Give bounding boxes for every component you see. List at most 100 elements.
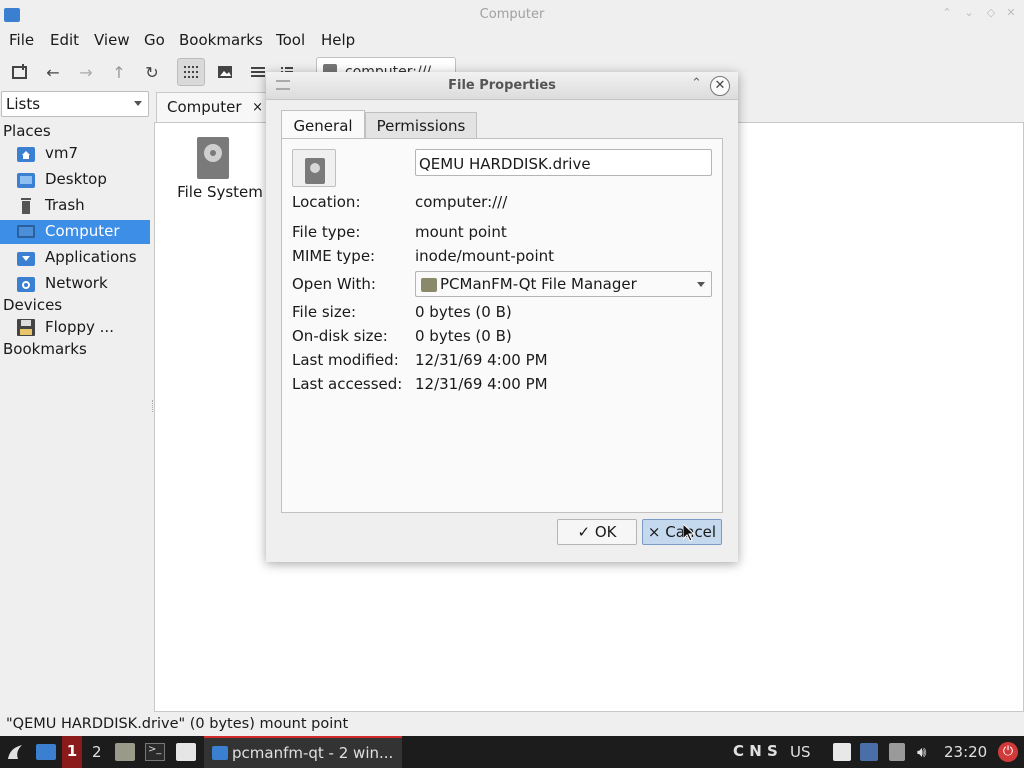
reload-button[interactable]: ↻ bbox=[138, 58, 166, 86]
sidebar-item-floppy[interactable]: Floppy ... bbox=[0, 316, 150, 340]
file-system-label[interactable]: File System bbox=[165, 183, 275, 201]
places-heading: Places bbox=[3, 122, 51, 140]
name-field[interactable] bbox=[415, 149, 712, 176]
last-modified-label: Last modified: bbox=[292, 351, 399, 369]
thumbnail-view-button[interactable] bbox=[211, 58, 239, 86]
new-tab-icon bbox=[12, 64, 27, 79]
sidebar-mode-select[interactable]: Lists bbox=[1, 91, 149, 117]
sidebar-item-label: Floppy ... bbox=[45, 318, 114, 336]
maximize-icon[interactable]: ⌃ bbox=[691, 76, 702, 91]
reload-icon: ↻ bbox=[145, 62, 159, 82]
icon-view-button[interactable] bbox=[177, 58, 205, 86]
sidebar-item-applications[interactable]: Applications bbox=[0, 246, 150, 270]
close-icon[interactable]: ✕ bbox=[1004, 6, 1018, 20]
open-with-value: PCManFM-Qt File Manager bbox=[440, 275, 637, 293]
clock[interactable]: 23:20 bbox=[944, 743, 987, 761]
tab-label: Computer bbox=[167, 98, 242, 116]
volume-icon[interactable]: 🔊︎ bbox=[917, 743, 926, 761]
sidebar-item-network[interactable]: Network bbox=[0, 272, 150, 296]
on-disk-size-label: On-disk size: bbox=[292, 327, 388, 345]
maximize-icon[interactable]: ◇ bbox=[984, 6, 998, 20]
ok-button[interactable]: ✓ OK bbox=[557, 519, 637, 545]
file-size-label: File size: bbox=[292, 303, 357, 321]
up-button[interactable]: ↑ bbox=[105, 58, 133, 86]
keep-above-icon[interactable]: ⌃ bbox=[940, 6, 954, 20]
on-disk-size-value: 0 bytes (0 B) bbox=[415, 327, 512, 345]
network-tray-icon[interactable] bbox=[860, 743, 878, 761]
workspace-2[interactable]: 2 bbox=[92, 743, 102, 761]
show-desktop-icon[interactable] bbox=[36, 744, 56, 760]
file-properties-dialog: File Properties ⌃ ✕ General Permissions … bbox=[266, 72, 738, 562]
file-size-value: 0 bytes (0 B) bbox=[415, 303, 512, 321]
file-type-label: File type: bbox=[292, 223, 361, 241]
forward-button[interactable]: → bbox=[72, 58, 100, 86]
sidebar-item-desktop[interactable]: Desktop bbox=[0, 168, 150, 192]
cancel-button[interactable]: × Cancel bbox=[642, 519, 722, 545]
workspace-1[interactable]: 1 bbox=[62, 736, 82, 768]
tab-permissions[interactable]: Permissions bbox=[365, 112, 477, 139]
sidebar-item-label: Computer bbox=[45, 222, 120, 240]
tab-general[interactable]: General bbox=[281, 110, 365, 140]
sidebar-mode-value: Lists bbox=[6, 95, 41, 113]
menu-file[interactable]: File bbox=[9, 31, 34, 49]
menu-view[interactable]: View bbox=[94, 31, 130, 49]
removable-drive-icon[interactable] bbox=[889, 743, 905, 761]
desktop-folder-icon bbox=[17, 173, 35, 188]
window-titlebar: Computer ⌃ ⌄ ◇ ✕ bbox=[0, 0, 1024, 30]
sidebar-item-trash[interactable]: Trash bbox=[0, 194, 150, 218]
ok-label: OK bbox=[594, 523, 617, 541]
arrow-left-icon: ← bbox=[46, 62, 60, 82]
open-with-select[interactable]: PCManFM-Qt File Manager bbox=[415, 271, 712, 297]
trash-icon bbox=[21, 198, 31, 214]
mime-type-value: inode/mount-point bbox=[415, 247, 555, 265]
chevron-down-icon bbox=[134, 101, 142, 106]
harddisk-icon[interactable] bbox=[197, 137, 229, 179]
bookmarks-heading: Bookmarks bbox=[3, 340, 87, 358]
home-folder-icon bbox=[17, 147, 35, 162]
arrow-right-icon: → bbox=[79, 62, 93, 82]
file-type-value: mount point bbox=[415, 223, 507, 241]
menu-help[interactable]: Help bbox=[321, 31, 355, 49]
minimize-icon[interactable]: ⌄ bbox=[962, 6, 976, 20]
menu-tool[interactable]: Tool bbox=[276, 31, 305, 49]
taskbar-window-button[interactable]: pcmanfm-qt - 2 win... bbox=[204, 736, 402, 768]
sidebar-item-label: Applications bbox=[45, 248, 137, 266]
start-menu-icon[interactable] bbox=[6, 743, 26, 761]
taskbar: 1 2 >_ pcmanfm-qt - 2 win... C N S US 🔊︎… bbox=[0, 736, 1024, 768]
sidebar-item-label: vm7 bbox=[45, 144, 79, 162]
status-bar: "QEMU HARDDISK.drive" (0 bytes) mount po… bbox=[6, 716, 349, 732]
harddisk-icon bbox=[305, 158, 325, 184]
tab-close-icon[interactable]: × bbox=[252, 100, 263, 115]
open-with-label: Open With: bbox=[292, 275, 376, 293]
general-panel: Location: computer:/// File type: mount … bbox=[281, 138, 723, 513]
menu-edit[interactable]: Edit bbox=[50, 31, 79, 49]
new-tab-button[interactable] bbox=[6, 58, 34, 86]
sidebar-item-vm7[interactable]: vm7 bbox=[0, 142, 150, 166]
clipboard-icon[interactable] bbox=[833, 743, 851, 761]
location-label: Location: bbox=[292, 193, 361, 211]
terminal-launcher-icon[interactable]: >_ bbox=[145, 743, 165, 761]
dialog-close-icon[interactable]: ✕ bbox=[710, 76, 730, 96]
menu-go[interactable]: Go bbox=[144, 31, 165, 49]
tab-computer[interactable]: Computer × bbox=[156, 92, 270, 122]
back-button[interactable]: ← bbox=[39, 58, 67, 86]
network-icon bbox=[17, 277, 35, 292]
window-title: Computer bbox=[479, 7, 545, 22]
sidebar-item-label: Network bbox=[45, 274, 108, 292]
file-manager-launcher-icon[interactable] bbox=[115, 743, 135, 761]
sidebar-item-computer[interactable]: Computer bbox=[0, 220, 150, 244]
menu-bookmarks[interactable]: Bookmarks bbox=[179, 31, 263, 49]
keyboard-lock-indicators: C N S bbox=[733, 742, 778, 760]
mouse-cursor-icon bbox=[683, 524, 695, 542]
computer-icon bbox=[17, 225, 35, 238]
change-icon-button[interactable] bbox=[292, 149, 336, 187]
keyboard-layout[interactable]: US bbox=[790, 743, 811, 761]
applications-icon bbox=[17, 252, 35, 266]
file-manager-icon bbox=[421, 278, 437, 292]
grid-icon bbox=[184, 66, 198, 78]
folder-icon bbox=[212, 746, 228, 760]
text-editor-launcher-icon[interactable] bbox=[176, 743, 196, 761]
power-icon[interactable]: ⏻ bbox=[998, 742, 1018, 762]
taskbar-window-label: pcmanfm-qt - 2 win... bbox=[232, 744, 394, 762]
floppy-icon bbox=[17, 319, 35, 336]
